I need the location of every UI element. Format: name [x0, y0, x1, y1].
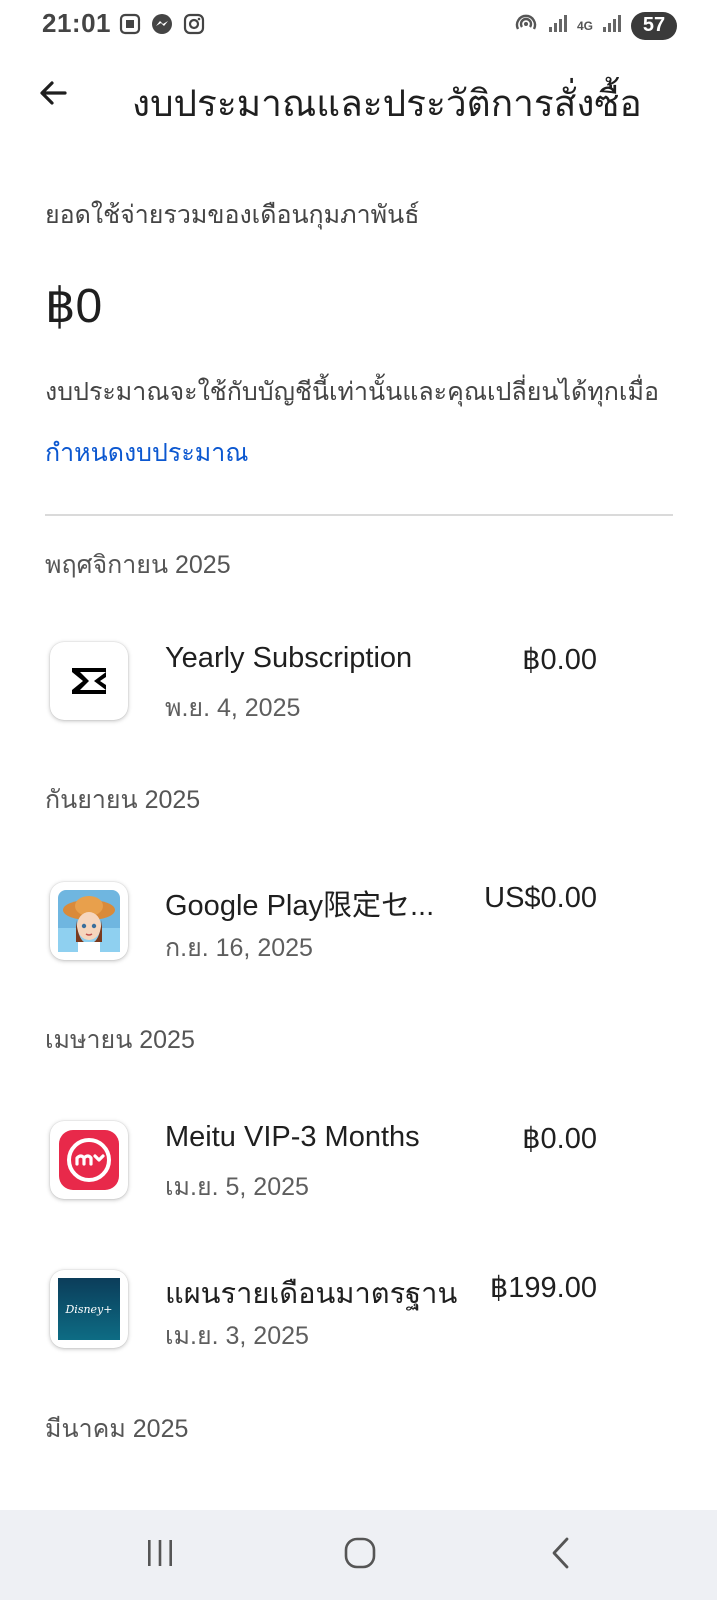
back-button[interactable]: [28, 70, 78, 120]
nav-back-button[interactable]: [522, 1530, 602, 1580]
status-bar: 21:01 4G 57: [0, 0, 717, 48]
disney-plus-logo: Disney+: [58, 1278, 120, 1340]
disney-plus-app-icon: Disney+: [50, 1270, 128, 1348]
screenshot-icon: [118, 12, 142, 41]
back-arrow-icon: [35, 75, 71, 116]
status-time: 21:01: [42, 8, 111, 38]
hotspot-icon: [513, 10, 539, 41]
purchase-price: US$0.00: [484, 882, 597, 914]
month-header: เมษายน 2025: [45, 1026, 195, 1054]
home-icon: [342, 1535, 378, 1576]
home-button[interactable]: [320, 1530, 400, 1580]
purchase-title: Meitu VIP-3 Months: [165, 1121, 420, 1153]
purchase-title: แผนรายเดือนมาตรฐาน: [165, 1278, 458, 1310]
set-budget-link[interactable]: กำหนดงบประมาณ: [45, 433, 249, 473]
anime-game-app-icon: [50, 882, 128, 960]
recent-apps-icon: [143, 1536, 177, 1575]
signal-icon: [547, 12, 569, 39]
signal-icon: [601, 12, 623, 39]
purchase-date: ก.ย. 16, 2025: [165, 934, 313, 962]
status-notification-icons: [118, 12, 206, 41]
messenger-icon: [150, 12, 174, 41]
instagram-icon: [182, 12, 206, 41]
capcut-app-icon: [50, 642, 128, 720]
system-nav-bar: [0, 1510, 717, 1600]
purchase-price: ฿199.00: [489, 1272, 597, 1304]
purchase-price: ฿0.00: [522, 1123, 597, 1155]
purchase-date: เม.ย. 5, 2025: [165, 1173, 309, 1201]
budget-note: งบประมาณจะใช้กับบัญชีนี้เท่านั้นและคุณเป…: [45, 378, 659, 406]
purchase-item[interactable]: Yearly Subscription พ.ย. 4, 2025 ฿0.00: [0, 642, 717, 752]
app-header: งบประมาณและประวัติการสั่งซื้อ: [0, 56, 717, 136]
monthly-spend-label: ยอดใช้จ่ายรวมของเดือนกุมภาพันธ์: [45, 201, 420, 229]
month-header: มีนาคม 2025: [45, 1415, 189, 1443]
battery-level: 57: [631, 11, 677, 40]
purchase-title: Google Play限定セ...: [165, 890, 435, 922]
month-header: กันยายน 2025: [45, 786, 201, 814]
divider: [45, 514, 673, 516]
purchase-item[interactable]: Google Play限定セ... ก.ย. 16, 2025 US$0.00: [0, 882, 717, 992]
monthly-spend-amount: ฿0: [45, 280, 103, 333]
back-icon: [545, 1536, 579, 1575]
purchase-title: Yearly Subscription: [165, 642, 413, 674]
purchase-item[interactable]: Disney+ แผนรายเดือนมาตรฐาน เม.ย. 3, 2025…: [0, 1270, 717, 1380]
page-title: งบประมาณและประวัติการสั่งซื้อ: [132, 83, 642, 124]
meitu-app-icon: [50, 1121, 128, 1199]
network-type-label: 4G: [576, 18, 593, 33]
status-system-icons: 4G 57: [513, 10, 677, 41]
recent-apps-button[interactable]: [120, 1530, 200, 1580]
purchase-item[interactable]: Meitu VIP-3 Months เม.ย. 5, 2025 ฿0.00: [0, 1121, 717, 1231]
month-header: พฤศจิกายน 2025: [45, 551, 231, 579]
purchase-date: เม.ย. 3, 2025: [165, 1322, 309, 1350]
purchase-date: พ.ย. 4, 2025: [165, 694, 301, 722]
purchase-price: ฿0.00: [522, 644, 597, 676]
